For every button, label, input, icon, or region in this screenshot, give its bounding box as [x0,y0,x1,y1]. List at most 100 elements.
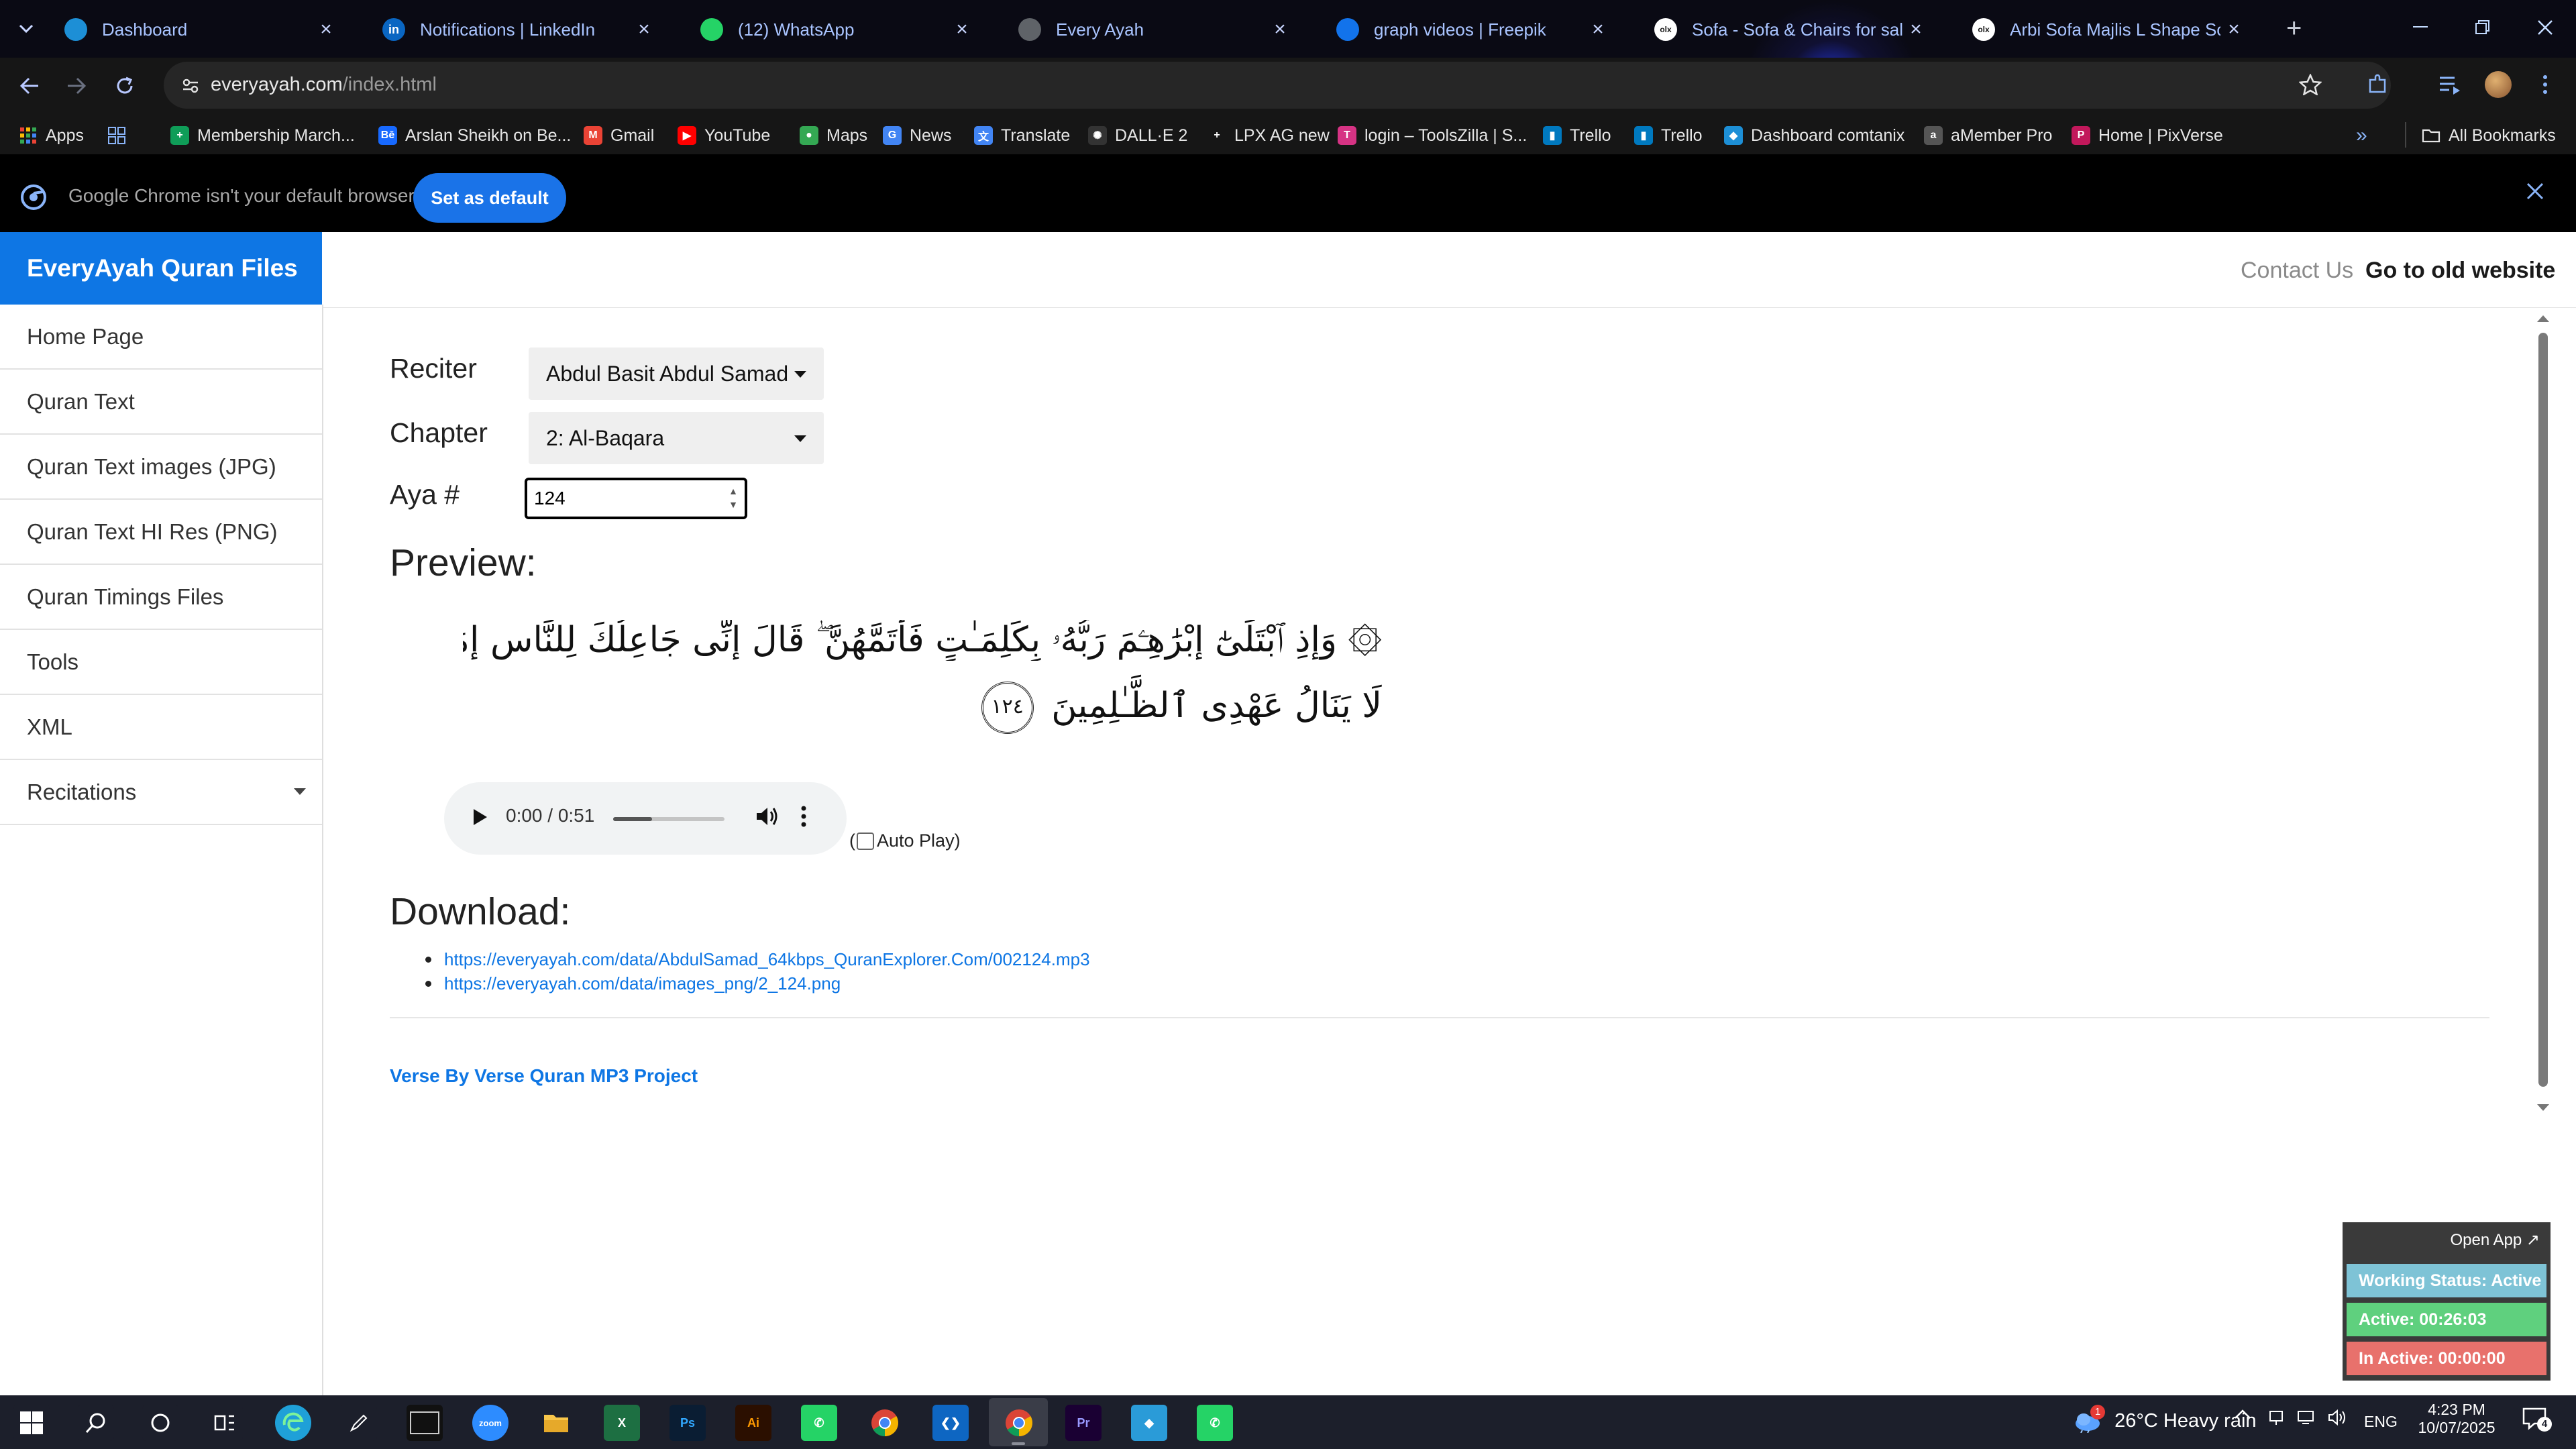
set-as-default-button[interactable]: Set as default [413,173,566,223]
sidebar-item[interactable]: Quran Text [0,370,322,435]
footer-project-link[interactable]: Verse By Verse Quran MP3 Project [390,1065,698,1087]
browser-tab[interactable]: olx Arbi Sofa Majlis L Shape Sofa -× [1948,8,2257,51]
reload-icon[interactable] [110,71,140,101]
network-adapter-icon[interactable] [2267,1409,2285,1426]
file-explorer-icon[interactable] [538,1405,574,1441]
vscode-icon[interactable]: ❮❯ [932,1405,969,1441]
bookmark-item[interactable]: M Gmail [584,122,654,149]
play-icon[interactable] [472,808,488,826]
bookmark-item[interactable]: + LPX AG new [1208,122,1330,149]
sidebar-item[interactable]: Quran Timings Files [0,565,322,630]
bookmark-item[interactable]: P Home | PixVerse [2072,122,2223,149]
browser-tab[interactable]: graph videos | Freepik × [1312,8,1621,51]
edge-icon[interactable] [275,1405,311,1441]
bookmarks-overflow-button[interactable]: » [2356,122,2367,149]
tab-close-icon[interactable]: × [1585,18,1611,41]
bookmark-item[interactable]: ◆ Dashboard comtanix [1724,122,1904,149]
tab-close-icon[interactable]: × [949,18,975,41]
bookmark-item[interactable]: 文 Translate [974,122,1070,149]
windows-start-icon[interactable] [13,1405,50,1441]
extensions-icon[interactable] [2363,70,2392,99]
infobar-close-icon[interactable] [2526,182,2544,200]
task-view-icon[interactable] [207,1405,243,1441]
contact-us-link[interactable]: Contact Us [2241,258,2353,284]
download-link[interactable]: https://everyayah.com/data/AbdulSamad_64… [424,947,1090,971]
weather-widget[interactable]: 1 26°C Heavy rain [2073,1405,2257,1434]
bookmark-star-icon[interactable] [2296,70,2325,99]
autoplay-checkbox[interactable] [857,832,874,850]
close-window-button[interactable] [2514,0,2576,55]
new-tab-button[interactable]: + [2286,13,2302,44]
sidebar-item[interactable]: XML [0,695,322,760]
chrome-menu-icon[interactable] [2530,70,2560,99]
photoshop-icon[interactable]: Ps [669,1405,706,1441]
media-queue-icon[interactable] [2435,70,2465,99]
sidebar-item[interactable]: Home Page [0,305,322,370]
tray-overflow-chevron-icon[interactable] [2234,1409,2251,1419]
old-website-link[interactable]: Go to old website [2365,258,2555,284]
scroll-up-icon[interactable] [2537,315,2549,322]
browser-tab[interactable]: olx Sofa - Sofa & Chairs for sale in× [1630,8,1939,51]
bookmark-item[interactable]: a aMember Pro [1924,122,2052,149]
bookmark-item[interactable]: Tlogin – ToolsZilla | S... [1338,122,1527,149]
scroll-thumb[interactable] [2538,333,2548,1087]
bookmark-item[interactable]: ▮ Trello [1543,122,1611,149]
forward-icon[interactable] [62,71,91,101]
audio-seek-slider[interactable] [613,817,724,821]
browser-tab[interactable]: Dashboard × [40,8,349,51]
bookmark-item[interactable]: Bē Arslan Sheikh on Be... [378,122,571,149]
profile-avatar[interactable] [2483,70,2513,99]
download-link[interactable]: https://everyayah.com/data/images_png/2_… [424,971,1090,996]
tab-close-icon[interactable]: × [1902,18,1929,41]
scroll-down-icon[interactable] [2537,1104,2549,1111]
browser-tab[interactable]: Every Ayah × [994,8,1303,51]
bookmark-item[interactable]: G News [883,122,952,149]
bookmark-item[interactable]: ▶ YouTube [678,122,770,149]
cortana-icon[interactable] [142,1405,178,1441]
restore-button[interactable] [2452,0,2514,55]
all-bookmarks-button[interactable]: All Bookmarks [2422,122,2556,149]
sidebar-item[interactable]: Quran Text images (JPG) [0,435,322,500]
notification-center-icon[interactable]: 4 [2521,1406,2552,1432]
clock[interactable]: 4:23 PM 10/07/2025 [2415,1401,2498,1437]
chrome-active-icon[interactable] [1001,1405,1037,1441]
tab-close-icon[interactable]: × [2220,18,2247,41]
whatsapp-icon[interactable]: ✆ [1197,1405,1233,1441]
whatsapp-business-icon[interactable]: ✆ [801,1405,837,1441]
chapter-select[interactable]: 2: Al-Baqara [529,412,824,464]
wifi-display-icon[interactable] [2297,1409,2317,1426]
aya-number-input[interactable]: 124 ▲ ▼ [525,478,747,519]
reciter-select[interactable]: Abdul Basit Abdul Samad [529,347,824,400]
bookmark-item[interactable]: ● Maps [800,122,867,149]
sidebar-item[interactable]: Recitations [0,760,322,825]
chrome-icon[interactable] [867,1405,903,1441]
bookmark-item[interactable]: + Membership March... [170,122,355,149]
back-icon[interactable] [15,71,44,101]
search-icon[interactable] [78,1405,114,1441]
app-icon[interactable]: ◆ [1131,1405,1167,1441]
browser-tab[interactable]: (12) WhatsApp × [676,8,985,51]
language-indicator[interactable]: ENG [2364,1413,2398,1431]
excel-icon[interactable]: X [604,1405,640,1441]
url-text[interactable]: everyayah.com/index.html [211,71,437,98]
tab-close-icon[interactable]: × [1267,18,1293,41]
open-app-link[interactable]: Open App ↗ [2450,1230,2540,1250]
sidebar-item[interactable]: Quran Text HI Res (PNG) [0,500,322,565]
volume-icon[interactable] [755,805,780,828]
number-spinner-icon[interactable]: ▲ ▼ [729,484,738,511]
pen-icon[interactable] [341,1405,377,1441]
speaker-icon[interactable] [2328,1409,2348,1426]
bookmark-item[interactable] [107,122,134,149]
browser-tab[interactable]: in Notifications | LinkedIn × [358,8,667,51]
address-bar[interactable] [164,62,2391,109]
terminal-icon[interactable] [407,1405,443,1441]
site-brand[interactable]: EveryAyah Quran Files [0,232,322,305]
tab-close-icon[interactable]: × [631,18,657,41]
tab-close-icon[interactable]: × [313,18,339,41]
illustrator-icon[interactable]: Ai [735,1405,771,1441]
bookmark-item[interactable]: Apps [19,122,84,149]
site-info-icon[interactable] [176,71,205,101]
sidebar-item[interactable]: Tools [0,630,322,695]
page-scrollbar[interactable] [2534,310,2552,1115]
tab-search-chevron-icon[interactable] [12,15,40,43]
